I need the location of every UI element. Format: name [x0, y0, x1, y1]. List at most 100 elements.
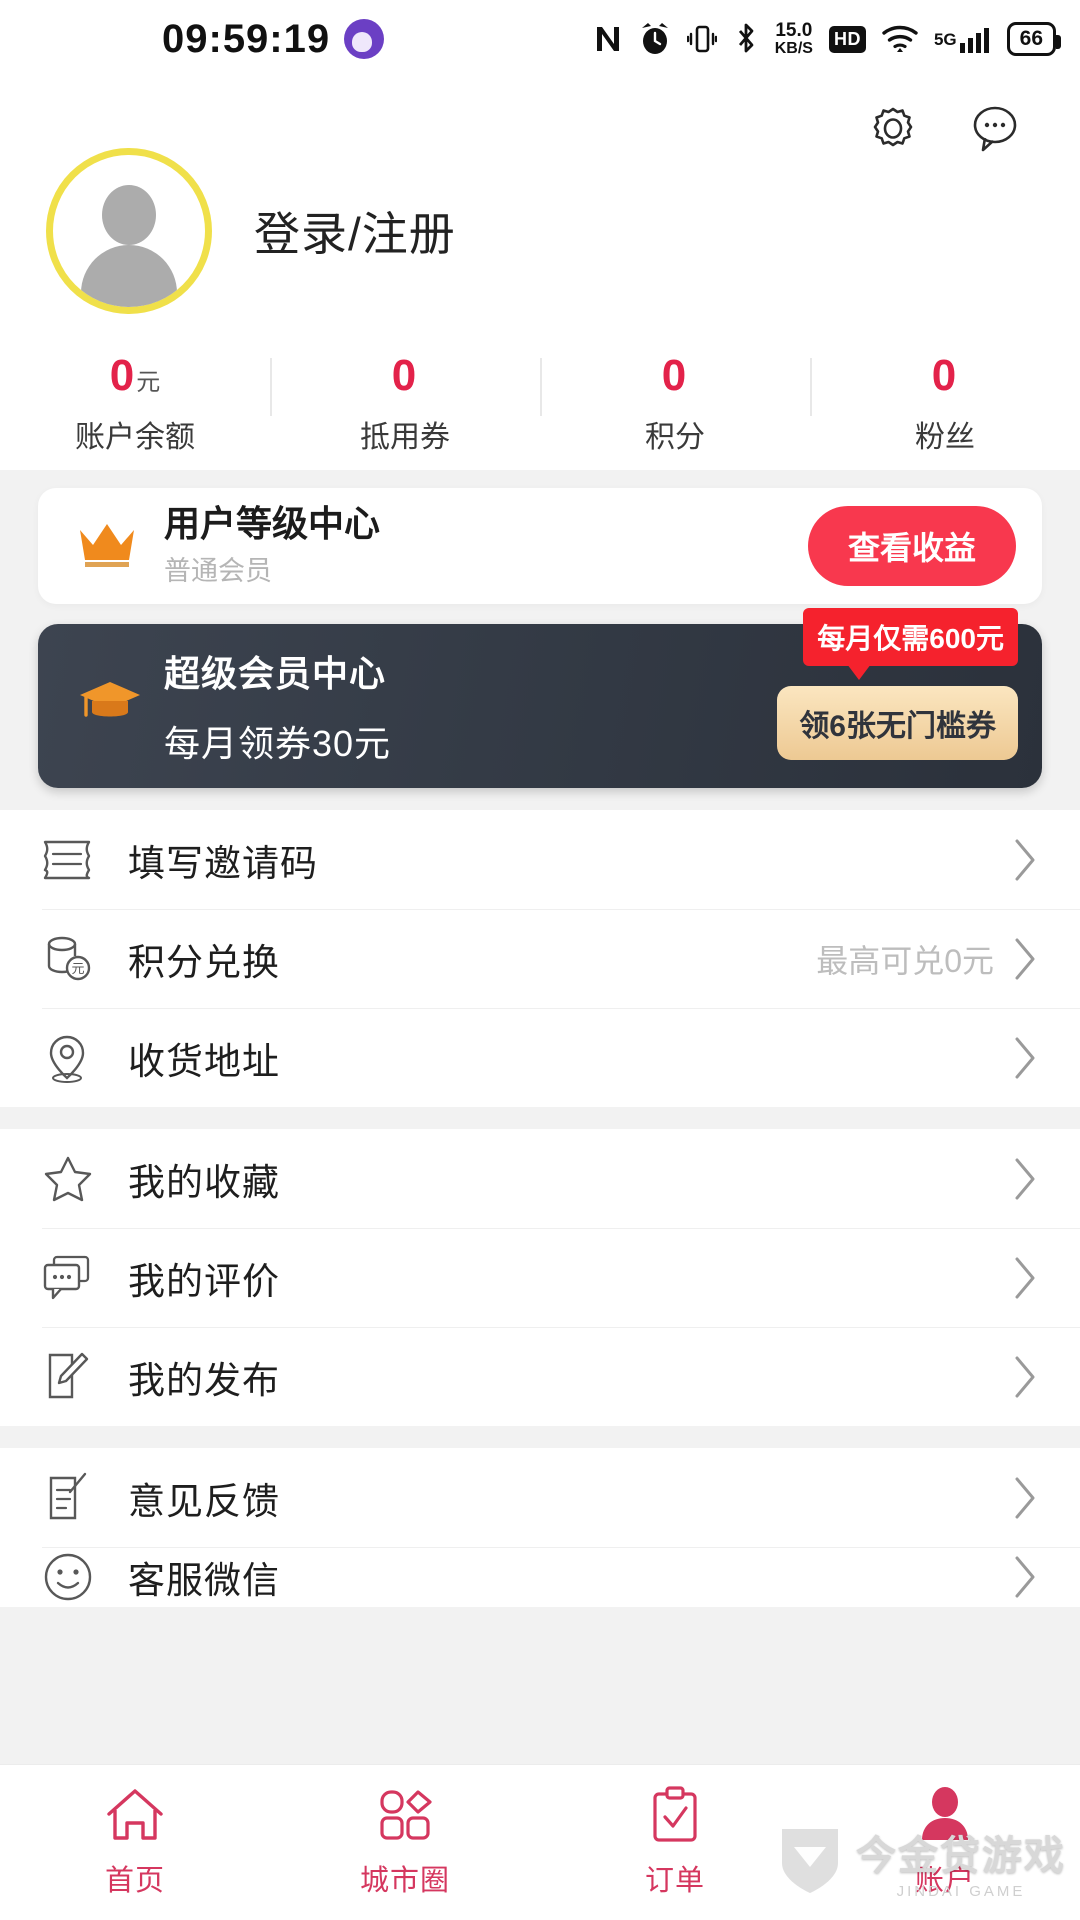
location-pin-icon	[42, 1032, 100, 1084]
stat-item-fans[interactable]: 0 粉丝	[810, 354, 1080, 456]
chevron-right-icon	[1012, 1554, 1038, 1600]
menu-group-account: 填写邀请码 元 积分兑换 最高可兑0元 收货地址	[0, 810, 1080, 1107]
member-cards: 用户等级中心 普通会员 查看收益 超级会员中心 每月领券30元 每月仅需600元…	[0, 470, 1080, 810]
tab-label: 账户	[914, 1865, 975, 1897]
menu-item-label: 填写邀请码	[128, 842, 318, 884]
stat-unit: 元	[136, 369, 161, 396]
city-grid-icon	[374, 1786, 436, 1849]
bottom-tab-bar: 首页 城市圈 订单 账户	[0, 1764, 1080, 1920]
stat-value: 0	[391, 351, 417, 400]
tab-orders[interactable]: 订单	[540, 1765, 810, 1920]
user-level-card[interactable]: 用户等级中心 普通会员 查看收益	[38, 488, 1042, 604]
profile-header: 登录/注册 0 元 账户余额 0 抵用券 0 积分 0 粉丝	[0, 78, 1080, 470]
menu-item-wechat-support[interactable]: 客服微信	[0, 1547, 1080, 1607]
tab-account[interactable]: 账户	[810, 1765, 1080, 1920]
nfc-icon	[593, 23, 623, 55]
status-bar: 09:59:19 15.0 KB/S HD 5G 66	[0, 0, 1080, 78]
claim-coupons-button[interactable]: 领6张无门槛券	[777, 686, 1018, 760]
level-card-title: 用户等级中心	[164, 502, 381, 544]
header-action-icons	[864, 100, 1024, 158]
network-type-label: 5G	[933, 29, 957, 49]
chevron-right-icon	[1012, 1475, 1038, 1521]
menu-item-points-exchange[interactable]: 元 积分兑换 最高可兑0元	[0, 909, 1080, 1008]
chevron-right-icon	[1012, 1035, 1038, 1081]
clipboard-check-icon	[646, 1786, 704, 1849]
feedback-doc-icon	[42, 1472, 100, 1524]
chevron-right-icon	[1012, 1354, 1038, 1400]
menu-group-personal: 我的收藏 我的评价 我的发布	[0, 1129, 1080, 1426]
app-screen: 09:59:19 15.0 KB/S HD 5G 66 登录/注册 0 元 账户…	[0, 0, 1080, 1920]
chevron-right-icon	[1012, 1156, 1038, 1202]
menu-item-invite-code[interactable]: 填写邀请码	[0, 810, 1080, 909]
status-bar-clock: 09:59:19	[162, 16, 331, 61]
status-bar-left: 09:59:19	[162, 16, 385, 62]
menu-item-label: 意见反馈	[128, 1480, 280, 1522]
stats-row: 0 元 账户余额 0 抵用券 0 积分 0 粉丝	[0, 354, 1080, 456]
battery-indicator: 66	[1006, 22, 1062, 56]
tab-label: 订单	[644, 1865, 705, 1897]
group-divider	[0, 1107, 1080, 1129]
chevron-right-icon	[1012, 837, 1038, 883]
menu-item-favorites[interactable]: 我的收藏	[0, 1129, 1080, 1228]
stat-item-points[interactable]: 0 积分	[540, 354, 810, 456]
tab-label: 城市圈	[359, 1865, 450, 1897]
login-register-link[interactable]: 登录/注册	[254, 198, 456, 264]
super-member-card[interactable]: 超级会员中心 每月领券30元 每月仅需600元 领6张无门槛券	[38, 608, 1042, 788]
svg-text:元: 元	[71, 961, 84, 976]
menu-item-my-posts[interactable]: 我的发布	[0, 1327, 1080, 1426]
network-speed-unit: KB/S	[774, 40, 813, 57]
chevron-right-icon	[1012, 936, 1038, 982]
menu-item-shipping-address[interactable]: 收货地址	[0, 1008, 1080, 1107]
person-icon	[916, 1786, 974, 1849]
menu-item-label: 客服微信	[128, 1560, 280, 1601]
super-card-title: 超级会员中心	[164, 653, 387, 694]
graduation-cap-icon	[78, 676, 142, 737]
wifi-icon	[882, 24, 918, 54]
hd-icon: HD	[828, 25, 866, 53]
super-card-subtitle: 每月领券30元	[164, 723, 392, 764]
anime-avatar-icon	[344, 19, 385, 59]
menu-item-reviews[interactable]: 我的评价	[0, 1228, 1080, 1327]
stat-value: 0	[109, 351, 135, 400]
coin-stack-icon: 元	[42, 934, 100, 984]
tab-label: 首页	[104, 1865, 165, 1897]
tab-city-circle[interactable]: 城市圈	[270, 1765, 540, 1920]
menu-item-value: 最高可兑0元	[816, 942, 994, 979]
stat-label: 积分	[645, 421, 705, 454]
network-speed-indicator: 15.0 KB/S	[775, 21, 813, 57]
menu-item-label: 我的收藏	[128, 1161, 280, 1203]
stat-item-balance[interactable]: 0 元 账户余额	[0, 354, 270, 456]
network-speed-value: 15.0	[775, 20, 813, 41]
tab-home[interactable]: 首页	[0, 1765, 270, 1920]
stat-value: 0	[661, 351, 687, 400]
signal-bars-icon: 5G	[934, 24, 991, 54]
star-icon	[42, 1154, 100, 1204]
home-icon	[104, 1786, 166, 1849]
smiley-face-icon	[42, 1551, 100, 1603]
edit-note-icon	[42, 1351, 100, 1403]
default-user-avatar[interactable]	[46, 148, 212, 314]
gear-icon[interactable]	[864, 100, 922, 158]
menu-item-feedback[interactable]: 意见反馈	[0, 1448, 1080, 1547]
menu-group-support: 意见反馈 客服微信	[0, 1448, 1080, 1607]
menu-item-label: 积分兑换	[128, 941, 280, 983]
ticket-icon	[42, 838, 100, 882]
view-income-button[interactable]: 查看收益	[807, 506, 1016, 586]
group-divider	[0, 1426, 1080, 1448]
alarm-clock-icon	[639, 22, 671, 56]
chevron-right-icon	[1012, 1255, 1038, 1301]
comment-icon	[42, 1254, 100, 1302]
super-card-actions: 每月仅需600元 领6张无门槛券	[714, 608, 1018, 788]
menu-item-label: 收货地址	[128, 1040, 280, 1082]
menu-item-label: 我的评价	[128, 1260, 280, 1302]
stat-value: 0	[931, 351, 957, 400]
bluetooth-icon	[733, 22, 759, 56]
stat-label: 抵用券	[360, 421, 450, 454]
vibrate-icon	[686, 23, 717, 55]
menu-item-label: 我的发布	[128, 1359, 280, 1401]
level-card-subtitle: 普通会员	[164, 556, 272, 587]
stat-item-coupons[interactable]: 0 抵用券	[270, 354, 540, 456]
crown-icon	[76, 518, 138, 575]
price-tag-badge: 每月仅需600元	[803, 608, 1018, 680]
chat-bubble-icon[interactable]	[966, 100, 1024, 158]
